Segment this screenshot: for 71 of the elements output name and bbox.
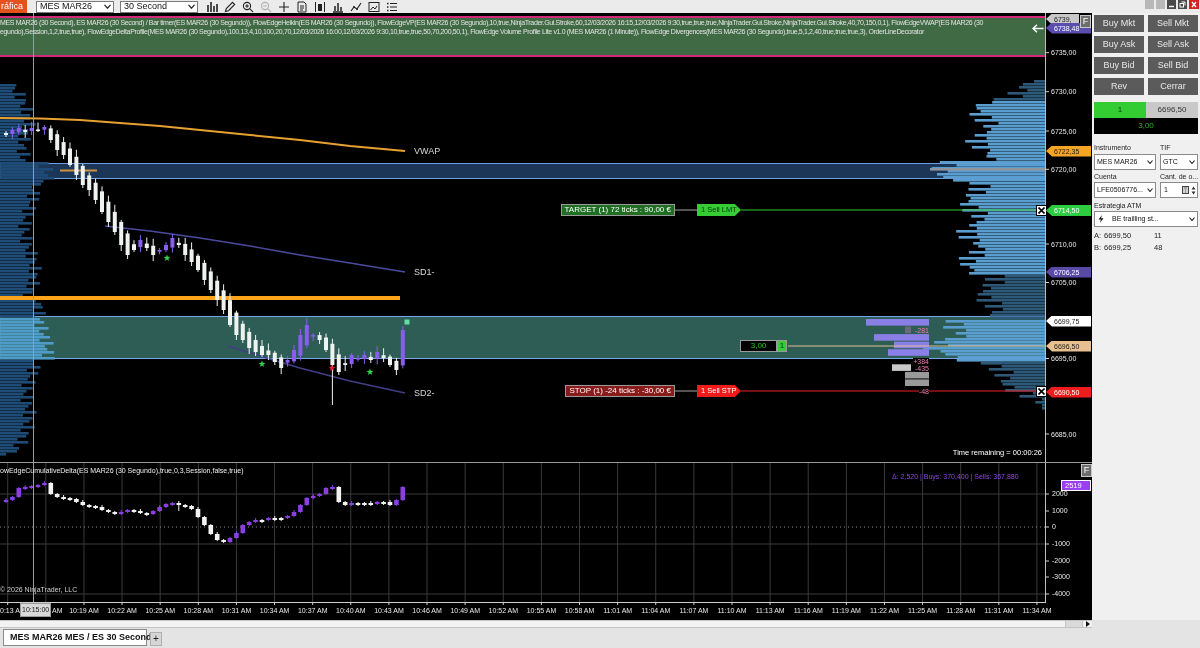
lightning-icon xyxy=(1098,215,1104,223)
float-button[interactable]: F xyxy=(1080,15,1091,28)
chevron-down-icon xyxy=(1147,188,1153,192)
minimize-icon[interactable] xyxy=(1167,0,1176,9)
curve-label: VWAP xyxy=(414,146,441,156)
leader-line xyxy=(674,390,698,392)
position-pnl: 3,00 xyxy=(740,340,777,352)
pencil-icon[interactable] xyxy=(224,0,236,13)
arrow-left-icon[interactable] xyxy=(1032,24,1044,33)
zoom-in-icon[interactable] xyxy=(242,0,254,13)
crosshair-icon[interactable] xyxy=(278,0,290,13)
line-chart-icon[interactable] xyxy=(350,0,362,13)
tile-icon[interactable] xyxy=(1156,0,1165,9)
candle xyxy=(260,339,264,358)
position-price: 6696,50 xyxy=(1146,102,1198,118)
close-icon xyxy=(1038,207,1045,214)
add-tab-button[interactable]: + xyxy=(150,632,162,646)
picture-icon[interactable] xyxy=(368,0,380,13)
order-button[interactable]: Sell Bid xyxy=(1148,57,1198,74)
close-button[interactable] xyxy=(1036,386,1047,397)
document-icon[interactable] xyxy=(296,0,308,13)
chevron-down-icon xyxy=(104,4,111,9)
chevron-down-icon xyxy=(1189,217,1195,221)
chevron-down-icon xyxy=(188,4,195,9)
candle xyxy=(4,130,8,138)
candle xyxy=(292,344,296,364)
close-button[interactable] xyxy=(1036,205,1047,216)
candle xyxy=(100,185,104,215)
order-button[interactable]: Buy Bid xyxy=(1094,57,1144,74)
chart-bars-icon[interactable] xyxy=(332,0,344,13)
order-button[interactable]: Sell Mkt xyxy=(1148,15,1198,32)
tile-icon[interactable] xyxy=(1145,0,1154,9)
close-icon[interactable] xyxy=(1189,0,1199,9)
candle xyxy=(356,354,360,363)
candle xyxy=(68,142,72,168)
column-icon[interactable] xyxy=(314,0,326,13)
order-button[interactable]: Buy Ask xyxy=(1094,36,1144,53)
restore-icon[interactable] xyxy=(1178,0,1187,9)
app-menu-button[interactable]: ráfica xyxy=(0,0,27,13)
candle xyxy=(36,122,40,133)
up-down-arrows-icon[interactable] xyxy=(1191,185,1197,195)
dropdown[interactable]: MES MAR26 xyxy=(36,0,114,13)
scrollbar-track[interactable] xyxy=(0,620,1092,628)
curve-label: SD1- xyxy=(414,267,435,277)
candle xyxy=(196,253,200,273)
order-button[interactable]: Sell Ask xyxy=(1148,36,1198,53)
level-line xyxy=(59,169,98,172)
position-pnl: 3,00 xyxy=(1094,118,1198,134)
order-button[interactable]: Buy Mkt xyxy=(1094,15,1144,32)
candle xyxy=(388,354,392,368)
position-quantity: 1 xyxy=(1094,102,1146,118)
order-button[interactable]: Rev xyxy=(1094,78,1144,95)
chevron-down-icon xyxy=(1189,160,1195,164)
order-label: STOP (1) -24 ticks : -30,00 € xyxy=(565,385,675,397)
candle xyxy=(228,292,232,328)
order-label: TARGET (1) 72 ticks : 90,00 € xyxy=(560,204,675,216)
dropdown[interactable]: 30 Second xyxy=(120,0,198,13)
position-quantity: 1 xyxy=(777,340,787,352)
close-icon xyxy=(1038,388,1045,395)
candle xyxy=(324,333,328,353)
list-icon[interactable] xyxy=(386,0,398,13)
candle xyxy=(164,241,168,253)
calculator-icon[interactable] xyxy=(1182,186,1190,194)
chevron-down-icon xyxy=(1147,160,1153,164)
bar-chart-icon[interactable] xyxy=(206,0,218,13)
order-button[interactable]: Cerrar xyxy=(1148,78,1198,95)
scrollbar-thumb[interactable] xyxy=(1065,621,1083,627)
curve-label: SD2- xyxy=(414,388,435,398)
leader-line xyxy=(674,209,698,211)
caret-right-icon[interactable] xyxy=(1086,621,1090,627)
candle xyxy=(132,239,136,253)
